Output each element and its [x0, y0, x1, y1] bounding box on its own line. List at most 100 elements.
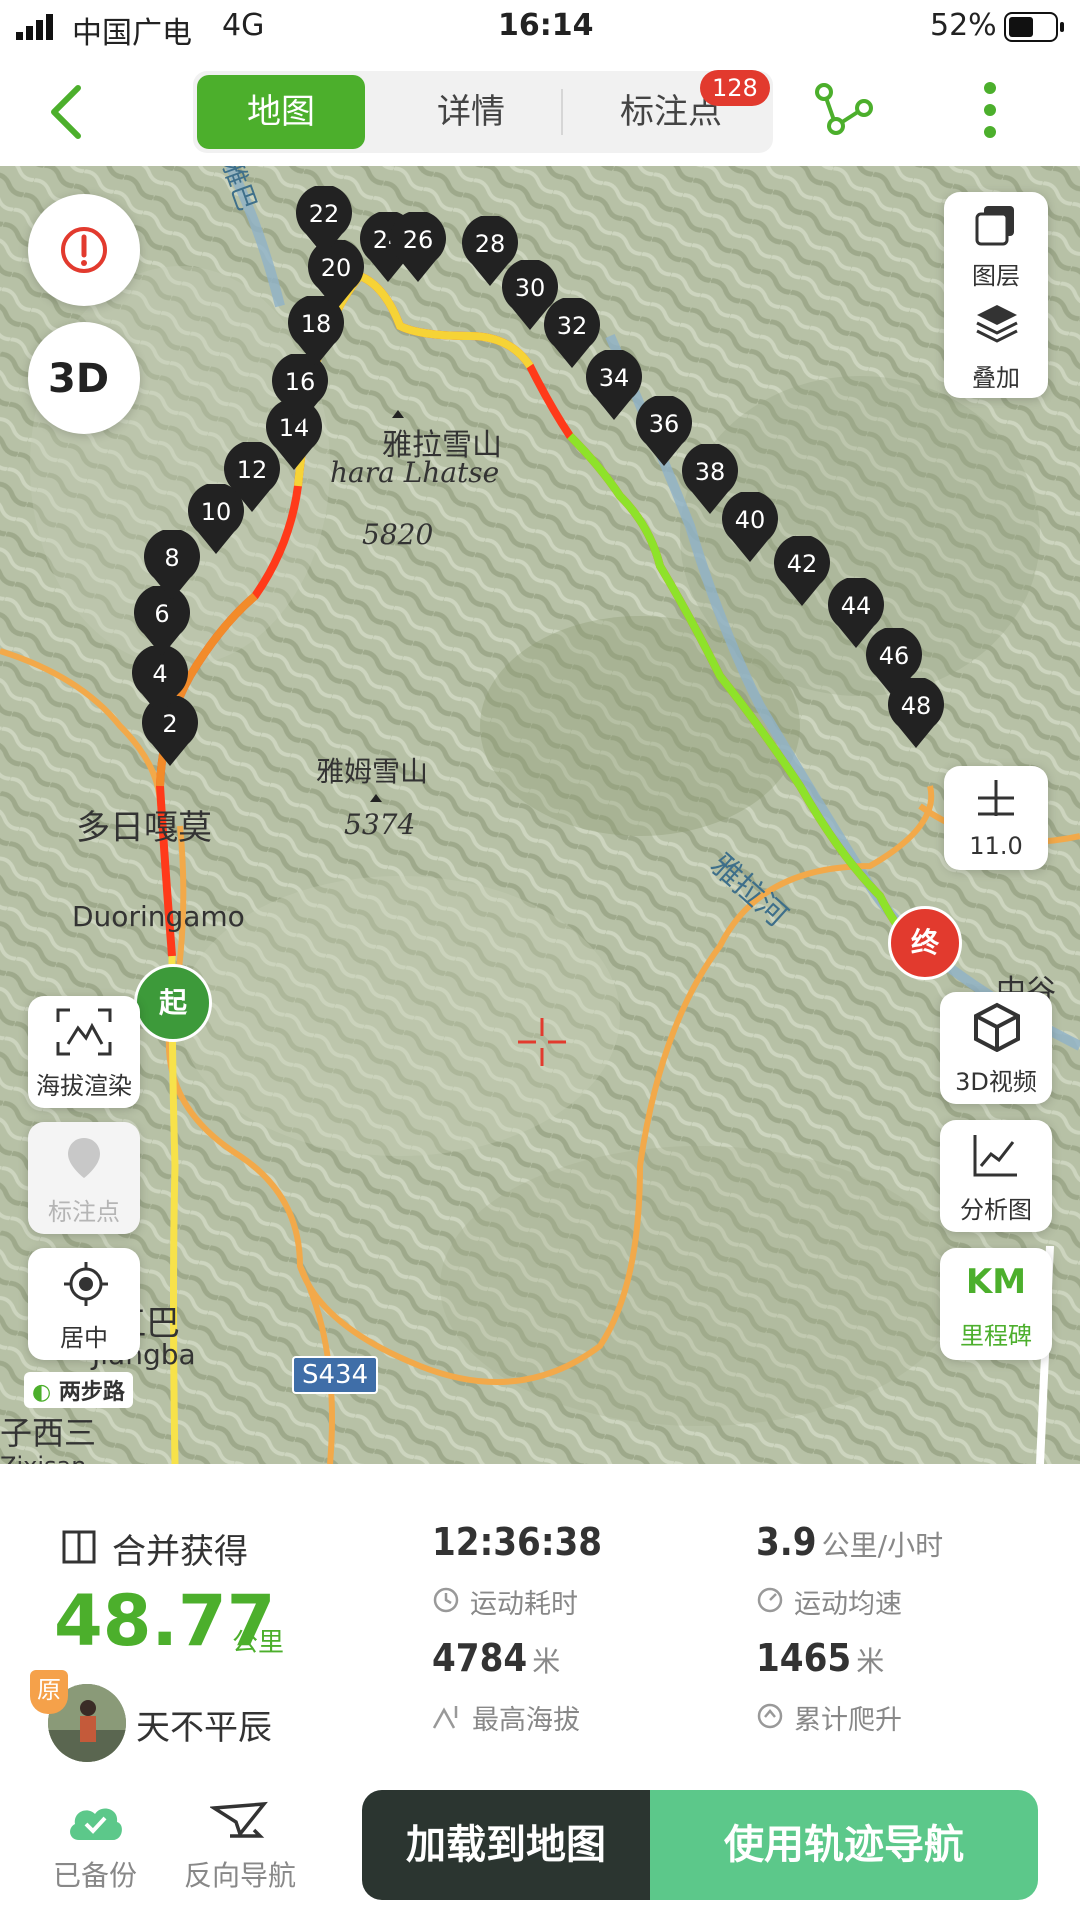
map-label-yamu: 雅姆雪山	[316, 755, 429, 788]
locate-icon	[62, 1260, 110, 1312]
km-marker-label: 28	[474, 230, 506, 258]
map-label-yala-elev: 5820	[362, 518, 434, 551]
km-marker-22[interactable]: 22	[294, 184, 354, 258]
km-marker-label: 32	[556, 312, 588, 340]
speed-label: 运动均速	[794, 1589, 902, 1620]
tab-details[interactable]: 详情	[373, 71, 569, 153]
km-icon: KM	[965, 1262, 1027, 1302]
user-name[interactable]: 天不平辰	[136, 1700, 272, 1749]
km-marker-48[interactable]: 48	[886, 676, 946, 750]
backup-button[interactable]: 已备份	[48, 1800, 142, 1894]
stack-icon	[974, 302, 1020, 350]
alert-button[interactable]	[28, 194, 140, 306]
3d-video-button[interactable]: 3D视频	[940, 992, 1052, 1104]
network-text: 4G	[222, 8, 265, 43]
speedometer-icon	[756, 1586, 784, 1618]
more-vertical-icon[interactable]	[970, 78, 1010, 142]
plus-icon	[976, 778, 1016, 822]
layers-icon	[974, 204, 1018, 252]
footprint-pin-icon	[66, 1136, 102, 1184]
overlay-label: 叠加	[972, 364, 1020, 392]
duration-label: 运动耗时	[470, 1589, 578, 1620]
speed-stat: 3.9 公里/小时	[756, 1520, 943, 1564]
km-marker-label: 26	[402, 226, 434, 254]
brand-logo-text: 两步路	[58, 1380, 125, 1405]
track-summary-panel: 合并获得 48.77 公里 12:36:38 运动耗时 3.9 公里/小时 运动…	[0, 1464, 1080, 1920]
km-marker-label: 46	[878, 642, 910, 670]
back-arrow-icon[interactable]	[40, 80, 100, 144]
km-marker-label: 16	[284, 368, 316, 396]
max-alt-label: 最高海拔	[472, 1705, 580, 1736]
nav-bar: 地图 详情 标注点 128	[0, 58, 1080, 166]
reverse-nav-icon	[178, 1800, 302, 1848]
clock-icon	[432, 1586, 460, 1618]
elevation-render-label: 海拔渲染	[36, 1072, 132, 1100]
peak-icon	[432, 1704, 462, 1734]
km-marker-26[interactable]: 26	[388, 210, 448, 284]
reverse-nav-button[interactable]: 反向导航	[178, 1800, 302, 1894]
arrow-up-circle-icon	[756, 1702, 784, 1734]
battery-icon	[1004, 12, 1066, 46]
status-bar: 中国广电 4G 16:14 52%	[0, 0, 1080, 58]
share-nodes-icon[interactable]	[812, 78, 876, 142]
climb-stat: 1465 米	[756, 1636, 884, 1680]
max-alt-unit: 米	[532, 1645, 561, 1678]
mountain-scan-icon	[56, 1008, 112, 1060]
backup-label: 已备份	[52, 1859, 137, 1892]
speed-unit: 公里/小时	[821, 1529, 944, 1562]
footprint-logo-icon: ◐	[32, 1380, 52, 1405]
segmented-tabs: 地图 详情 标注点	[193, 71, 773, 153]
end-marker[interactable]: 终	[888, 906, 962, 980]
duration-value: 12:36:38	[432, 1520, 602, 1564]
cube-icon	[972, 1002, 1022, 1056]
marker-button-label: 标注点	[48, 1198, 120, 1226]
analysis-label: 分析图	[960, 1196, 1032, 1224]
overlay-button[interactable]: 叠加	[944, 296, 1048, 398]
markers-count-badge: 128	[700, 70, 770, 106]
load-to-map-button[interactable]: 加载到地图	[362, 1790, 650, 1900]
map-label-yala-en: hara Lhatse	[330, 456, 500, 489]
km-marker-label: 40	[734, 506, 766, 534]
zoom-button[interactable]: 11.0	[944, 766, 1048, 870]
track-navigation-button[interactable]: 使用轨迹导航	[650, 1790, 1038, 1900]
km-marker-42[interactable]: 42	[772, 534, 832, 608]
center-label: 居中	[60, 1324, 108, 1352]
merge-icon	[62, 1530, 96, 1568]
battery-percent: 52%	[930, 8, 997, 43]
line-chart-icon	[972, 1132, 1020, 1182]
milestone-button[interactable]: KM 里程碑	[940, 1248, 1052, 1360]
zoom-level: 11.0	[969, 832, 1023, 860]
map-label-duori: 多日嘎莫	[76, 808, 212, 848]
alert-icon	[60, 226, 108, 278]
analysis-button[interactable]: 分析图	[940, 1120, 1052, 1232]
origin-badge: 原	[30, 1670, 68, 1714]
reverse-nav-label: 反向导航	[183, 1859, 296, 1892]
center-button[interactable]: 居中	[28, 1248, 140, 1360]
start-marker[interactable]: 起	[134, 964, 212, 1042]
duration-text: 12:36:38	[432, 1520, 603, 1564]
elevation-render-button[interactable]: 海拔渲染	[28, 996, 140, 1108]
marker-button[interactable]: 标注点	[28, 1122, 140, 1234]
km-marker-label: 36	[648, 410, 680, 438]
km-marker-label: 4	[152, 660, 168, 688]
max-alt-stat: 4784 米	[432, 1636, 560, 1680]
map-label-zixisan-en: Zixisan	[0, 1452, 86, 1464]
km-marker-label: 20	[320, 254, 352, 282]
brand-logo: ◐ 两步路	[24, 1372, 133, 1408]
km-marker-label: 48	[900, 692, 932, 720]
map-label-zixisan: 子西三	[0, 1414, 97, 1452]
cloud-check-icon	[48, 1800, 142, 1848]
tab-map[interactable]: 地图	[197, 75, 365, 149]
layers-label: 图层	[972, 262, 1020, 290]
km-marker-40[interactable]: 40	[720, 490, 780, 564]
milestone-label: 里程碑	[960, 1322, 1032, 1350]
layers-button[interactable]: 图层	[944, 192, 1048, 294]
map-view[interactable]: 雅巴 雅拉雪山 hara Lhatse 5820 雅姆雪山 5374 多日嘎莫 …	[0, 166, 1080, 1464]
speed-value: 3.9	[756, 1520, 817, 1564]
km-marker-label: 34	[598, 364, 630, 392]
source-label: 合并获得	[112, 1532, 248, 1572]
km-marker-label: 42	[786, 550, 818, 578]
climb-unit: 米	[856, 1645, 885, 1678]
3d-button[interactable]: 3D	[28, 322, 140, 434]
km-marker-label: 18	[300, 310, 332, 338]
